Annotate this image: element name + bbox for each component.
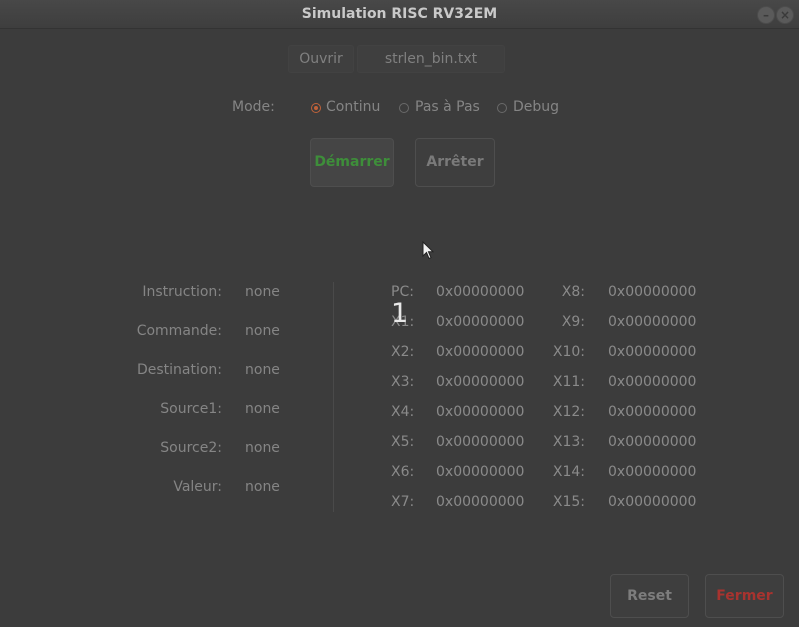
register-value: 0x00000000 (436, 494, 525, 510)
register-name: X13: (552, 434, 585, 450)
radio-continu-label[interactable]: Continu (326, 99, 380, 115)
close-window-icon[interactable]: × (776, 6, 794, 24)
register-value: 0x00000000 (436, 434, 525, 450)
mode-label: Mode: (232, 99, 275, 115)
minimize-icon[interactable]: – (757, 6, 775, 24)
register-value: 0x00000000 (608, 284, 697, 300)
instruction-value: none (245, 284, 280, 300)
register-value: 0x00000000 (608, 344, 697, 360)
register-value: 0x00000000 (608, 434, 697, 450)
radio-continu[interactable] (311, 103, 321, 113)
source2-label: Source2: (160, 440, 222, 456)
register-name: X4: (391, 404, 415, 420)
start-button-label: Démarrer (314, 154, 390, 170)
register-value: 0x00000000 (436, 404, 525, 420)
register-value: 0x00000000 (436, 284, 525, 300)
close-button-label: Fermer (716, 588, 773, 604)
register-name: X9: (561, 314, 585, 330)
register-name: X14: (552, 464, 585, 480)
file-chooser-button[interactable]: strlen_bin.txt (357, 45, 505, 73)
value-value: none (245, 479, 280, 495)
register-value: 0x00000000 (608, 374, 697, 390)
overlay-step-number: 1 (391, 298, 409, 329)
value-label: Valeur: (173, 479, 222, 495)
register-name: X12: (552, 404, 585, 420)
radio-pas-a-pas[interactable] (399, 103, 409, 113)
radio-debug-label[interactable]: Debug (513, 99, 559, 115)
destination-value: none (245, 362, 280, 378)
register-name: X2: (391, 344, 415, 360)
register-value: 0x00000000 (608, 494, 697, 510)
register-value: 0x00000000 (608, 404, 697, 420)
destination-label: Destination: (136, 362, 222, 378)
close-button[interactable]: Fermer (705, 574, 784, 618)
register-name: X11: (552, 374, 585, 390)
register-value: 0x00000000 (608, 314, 697, 330)
command-value: none (245, 323, 280, 339)
window-title: Simulation RISC RV32EM (301, 6, 498, 22)
mouse-cursor-icon (422, 241, 434, 260)
register-value: 0x00000000 (436, 374, 525, 390)
source1-label: Source1: (160, 401, 222, 417)
panel-divider (333, 282, 334, 512)
register-name: X6: (391, 464, 415, 480)
register-name: X5: (391, 434, 415, 450)
open-button[interactable]: Ouvrir (288, 45, 354, 73)
register-name: X3: (391, 374, 415, 390)
instruction-label: Instruction: (142, 284, 222, 300)
app-window: Simulation RISC RV32EM – × Ouvrir strlen… (0, 0, 799, 627)
register-name: X7: (391, 494, 415, 510)
register-value: 0x00000000 (436, 344, 525, 360)
register-name: X8: (561, 284, 585, 300)
stop-button[interactable]: Arrêter (415, 138, 495, 187)
register-value: 0x00000000 (436, 314, 525, 330)
command-label: Commande: (136, 323, 222, 339)
radio-debug[interactable] (497, 103, 507, 113)
source1-value: none (245, 401, 280, 417)
reset-button[interactable]: Reset (610, 574, 689, 618)
source2-value: none (245, 440, 280, 456)
register-value: 0x00000000 (436, 464, 525, 480)
start-button[interactable]: Démarrer (310, 138, 394, 187)
register-name: X10: (552, 344, 585, 360)
register-value: 0x00000000 (608, 464, 697, 480)
title-bar: Simulation RISC RV32EM – × (0, 0, 799, 29)
register-name: X15: (552, 494, 585, 510)
radio-pas-a-pas-label[interactable]: Pas à Pas (415, 99, 480, 115)
